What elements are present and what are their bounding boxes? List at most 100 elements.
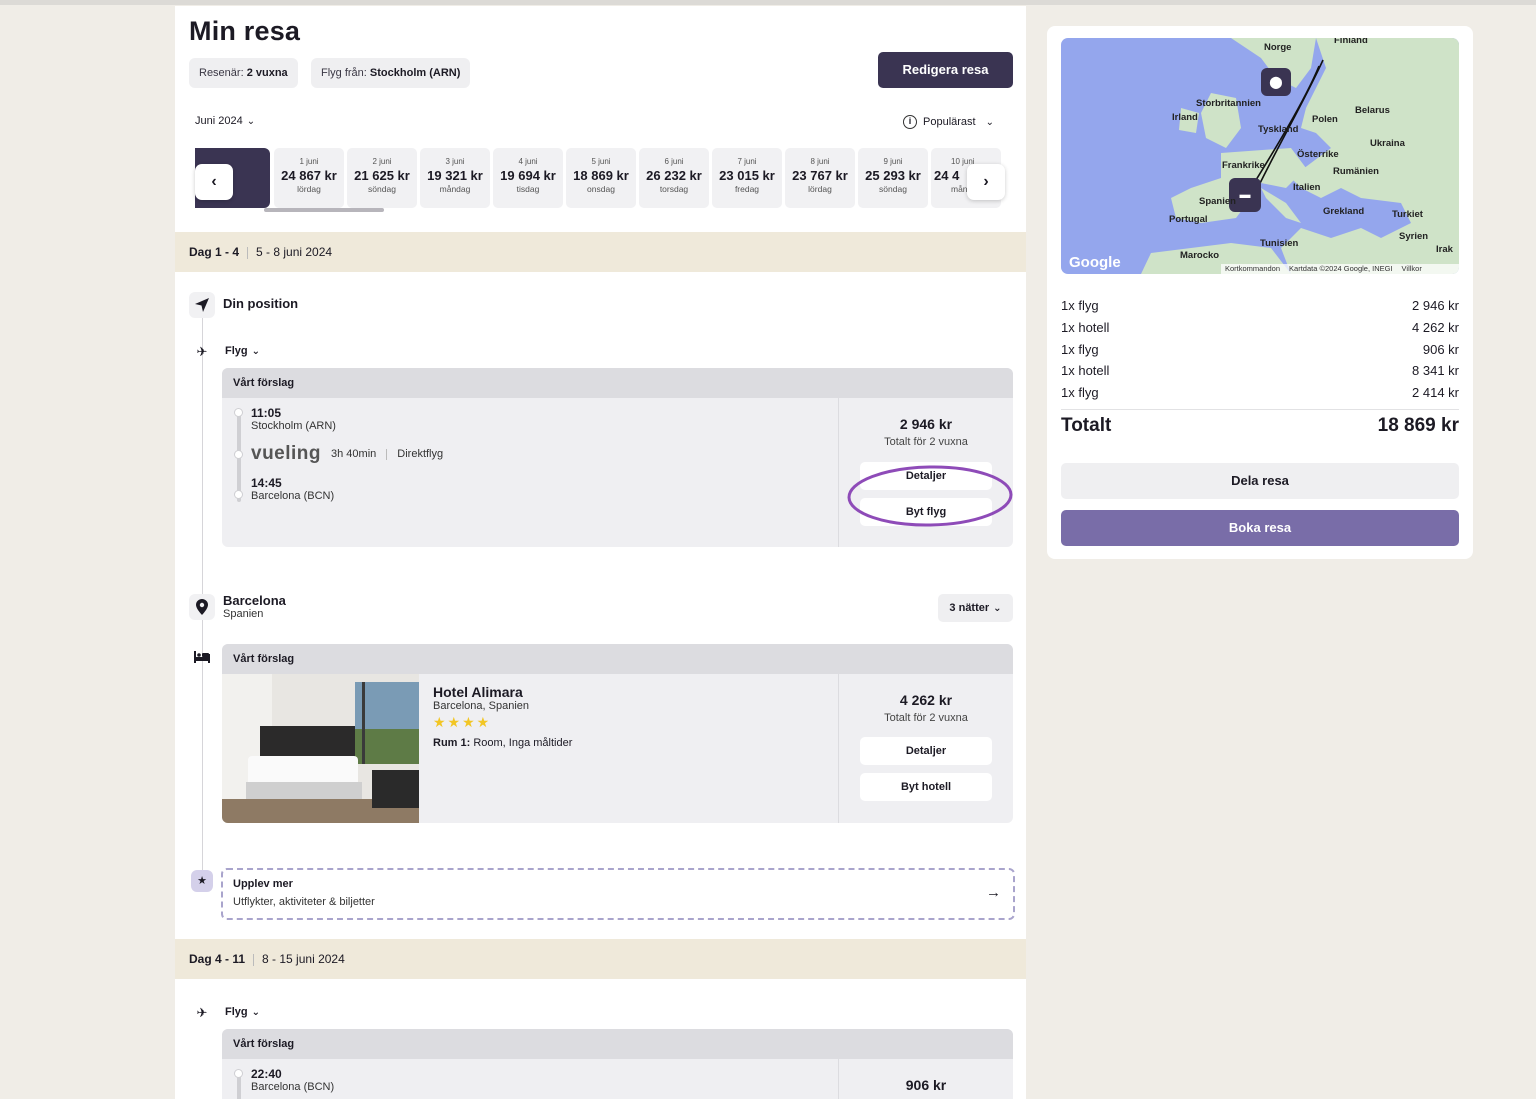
- date-cell[interactable]: 5 juni 18 869 kr onsdag: [566, 148, 636, 208]
- hotel-price: 4 262 kr: [899, 692, 953, 708]
- date-cell[interactable]: 1 juni 24 867 kr lördag: [274, 148, 344, 208]
- date-cell[interactable]: 8 juni 23 767 kr lördag: [785, 148, 855, 208]
- map-origin-pin-icon[interactable]: ⬤: [1261, 68, 1291, 96]
- total-value: 18 869 kr: [1377, 415, 1459, 436]
- flight-dropdown[interactable]: Flyg ⌄: [225, 1006, 260, 1018]
- destination-city: Barcelona: [223, 593, 286, 608]
- map-data-link[interactable]: Kartdata ©2024 Google, INEGI: [1289, 264, 1393, 274]
- map-label: Italien: [1293, 182, 1321, 193]
- map-label: Portugal: [1169, 214, 1208, 225]
- departure-value: Stockholm (ARN): [369, 67, 461, 79]
- sort-label: Populärast: [923, 116, 976, 128]
- card-header: Vårt förslag: [222, 368, 1013, 398]
- map-label: Finland: [1334, 38, 1368, 46]
- hotel-star-rating: ★★★★: [433, 714, 492, 730]
- location-pin-icon: [189, 594, 215, 620]
- map-label: Spanien: [1199, 196, 1236, 207]
- chevron-down-icon: ⌄: [251, 346, 261, 357]
- flight-price-column: 906 kr: [838, 1059, 1013, 1099]
- current-position-label: Din position: [223, 296, 299, 311]
- chevron-down-icon: ⌄: [993, 603, 1002, 614]
- summary-row: 1x hotell 4 262 kr: [1061, 320, 1459, 335]
- flight-type: Direktflyg: [397, 448, 444, 460]
- chevron-left-icon: ‹: [211, 173, 217, 190]
- date-cell[interactable]: 4 juni 19 694 kr tisdag: [493, 148, 563, 208]
- hotel-card: Vårt förslag Hotel Alimara Barcelona, Sp…: [222, 644, 1013, 823]
- previous-dates-button[interactable]: ‹: [195, 164, 233, 200]
- room-label: Rum 1:: [433, 737, 471, 749]
- day-label: Dag 1 - 4: [189, 245, 240, 259]
- change-hotel-button[interactable]: Byt hotell: [860, 773, 992, 801]
- day-range: 8 - 15 juni 2024: [262, 952, 345, 966]
- map-label: Turkiet: [1392, 209, 1423, 220]
- arrival-time: 14:45: [251, 476, 282, 490]
- flight-price-subtitle: Totalt för 2 vuxna: [884, 436, 968, 448]
- departure-label: Flyg från:: [321, 67, 367, 79]
- top-border: [0, 0, 1536, 5]
- date-cell[interactable]: 9 juni 25 293 kr söndag: [858, 148, 928, 208]
- experiences-title: Upplev mer: [233, 878, 293, 890]
- experiences-link[interactable]: Upplev mer Utflykter, aktiviteter & bilj…: [221, 868, 1015, 920]
- month-select[interactable]: Juni 2024 ⌄: [195, 115, 255, 127]
- date-strip-scrollbar[interactable]: [264, 208, 384, 212]
- map-label: Österrike: [1297, 149, 1339, 160]
- date-cell[interactable]: 2 juni 21 625 kr söndag: [347, 148, 417, 208]
- travelers-label: Resenär:: [199, 67, 244, 79]
- flight-duration: 3h 40min: [331, 448, 377, 460]
- departure-airport: Stockholm (ARN): [251, 420, 336, 432]
- nights-dropdown[interactable]: 3 nätter ⌄: [938, 594, 1013, 622]
- hotel-image[interactable]: [222, 674, 419, 823]
- travelers-chip[interactable]: Resenär: 2 vuxna: [189, 58, 298, 88]
- route-map[interactable]: ⬤ ▬ Finland Norge Storbritannien Irland …: [1061, 38, 1459, 274]
- map-label: Belarus: [1355, 105, 1390, 116]
- map-attribution-bar: Kortkommandon Kartdata ©2024 Google, INE…: [1221, 264, 1459, 274]
- terms-link[interactable]: Villkor: [1402, 264, 1422, 274]
- date-cell[interactable]: 7 juni 23 015 kr fredag: [712, 148, 782, 208]
- date-cell[interactable]: 6 juni 26 232 kr torsdag: [639, 148, 709, 208]
- flight-label: Flyg: [225, 1006, 248, 1018]
- keyboard-shortcuts-link[interactable]: Kortkommandon: [1225, 264, 1280, 274]
- travelers-value: 2 vuxna: [246, 67, 288, 79]
- hotel-name[interactable]: Hotel Alimara: [433, 684, 572, 700]
- book-trip-button[interactable]: Boka resa: [1061, 510, 1459, 546]
- bed-icon: [189, 644, 215, 670]
- trip-main-panel: Min resa Resenär: 2 vuxna Flyg från: Sto…: [175, 6, 1026, 1099]
- date-cell[interactable]: 3 juni 19 321 kr måndag: [420, 148, 490, 208]
- sort-select[interactable]: i Populärast ⌄: [903, 115, 994, 129]
- departure-time: 11:05: [251, 406, 282, 420]
- google-logo: Google: [1069, 254, 1121, 271]
- map-label: Frankrike: [1222, 160, 1265, 171]
- map-label: Grekland: [1323, 206, 1365, 217]
- next-dates-button[interactable]: ›: [967, 164, 1005, 200]
- map-label: Syrien: [1399, 231, 1429, 242]
- summary-row: 1x hotell 8 341 kr: [1061, 363, 1459, 378]
- airline-logo: vueling: [251, 443, 322, 464]
- map-label: Irland: [1172, 112, 1198, 123]
- arrival-airport: Barcelona (BCN): [251, 490, 335, 502]
- nights-label: 3 nätter: [949, 602, 990, 614]
- arrival-dot: [234, 490, 243, 499]
- chevron-right-icon: ›: [983, 173, 989, 190]
- timeline-line: [202, 306, 203, 878]
- info-icon: i: [903, 115, 917, 129]
- destination-info: Barcelona Spanien: [223, 593, 286, 620]
- trip-summary-panel: ⬤ ▬ Finland Norge Storbritannien Irland …: [1047, 26, 1473, 559]
- departure-chip[interactable]: Flyg från: Stockholm (ARN): [311, 58, 471, 88]
- navigation-arrow-icon: [189, 292, 215, 318]
- airplane-icon: ✈: [196, 344, 208, 359]
- flight-price: 906 kr: [905, 1077, 947, 1093]
- hotel-details-button[interactable]: Detaljer: [860, 737, 992, 765]
- day-header: Dag 1 - 4 5 - 8 juni 2024: [175, 232, 1026, 272]
- destination-country: Spanien: [223, 608, 264, 620]
- share-trip-button[interactable]: Dela resa: [1061, 463, 1459, 499]
- airplane-icon: ✈: [196, 1005, 208, 1020]
- chevron-down-icon: ⌄: [251, 1007, 261, 1018]
- flight-card: Vårt förslag 22:40 Barcelona (BCN) 906 k…: [222, 1029, 1013, 1099]
- experiences-subtitle: Utflykter, aktiviteter & biljetter: [233, 896, 375, 908]
- flight-dropdown[interactable]: Flyg ⌄: [225, 345, 260, 357]
- hotel-price-column: 4 262 kr Totalt för 2 vuxna Detaljer Byt…: [838, 674, 1013, 823]
- summary-row: 1x flyg 906 kr: [1061, 342, 1459, 357]
- room-info: Rum 1: Room, Inga måltider: [433, 737, 572, 749]
- edit-trip-button[interactable]: Redigera resa: [878, 52, 1013, 88]
- map-label: Storbritannien: [1196, 98, 1261, 109]
